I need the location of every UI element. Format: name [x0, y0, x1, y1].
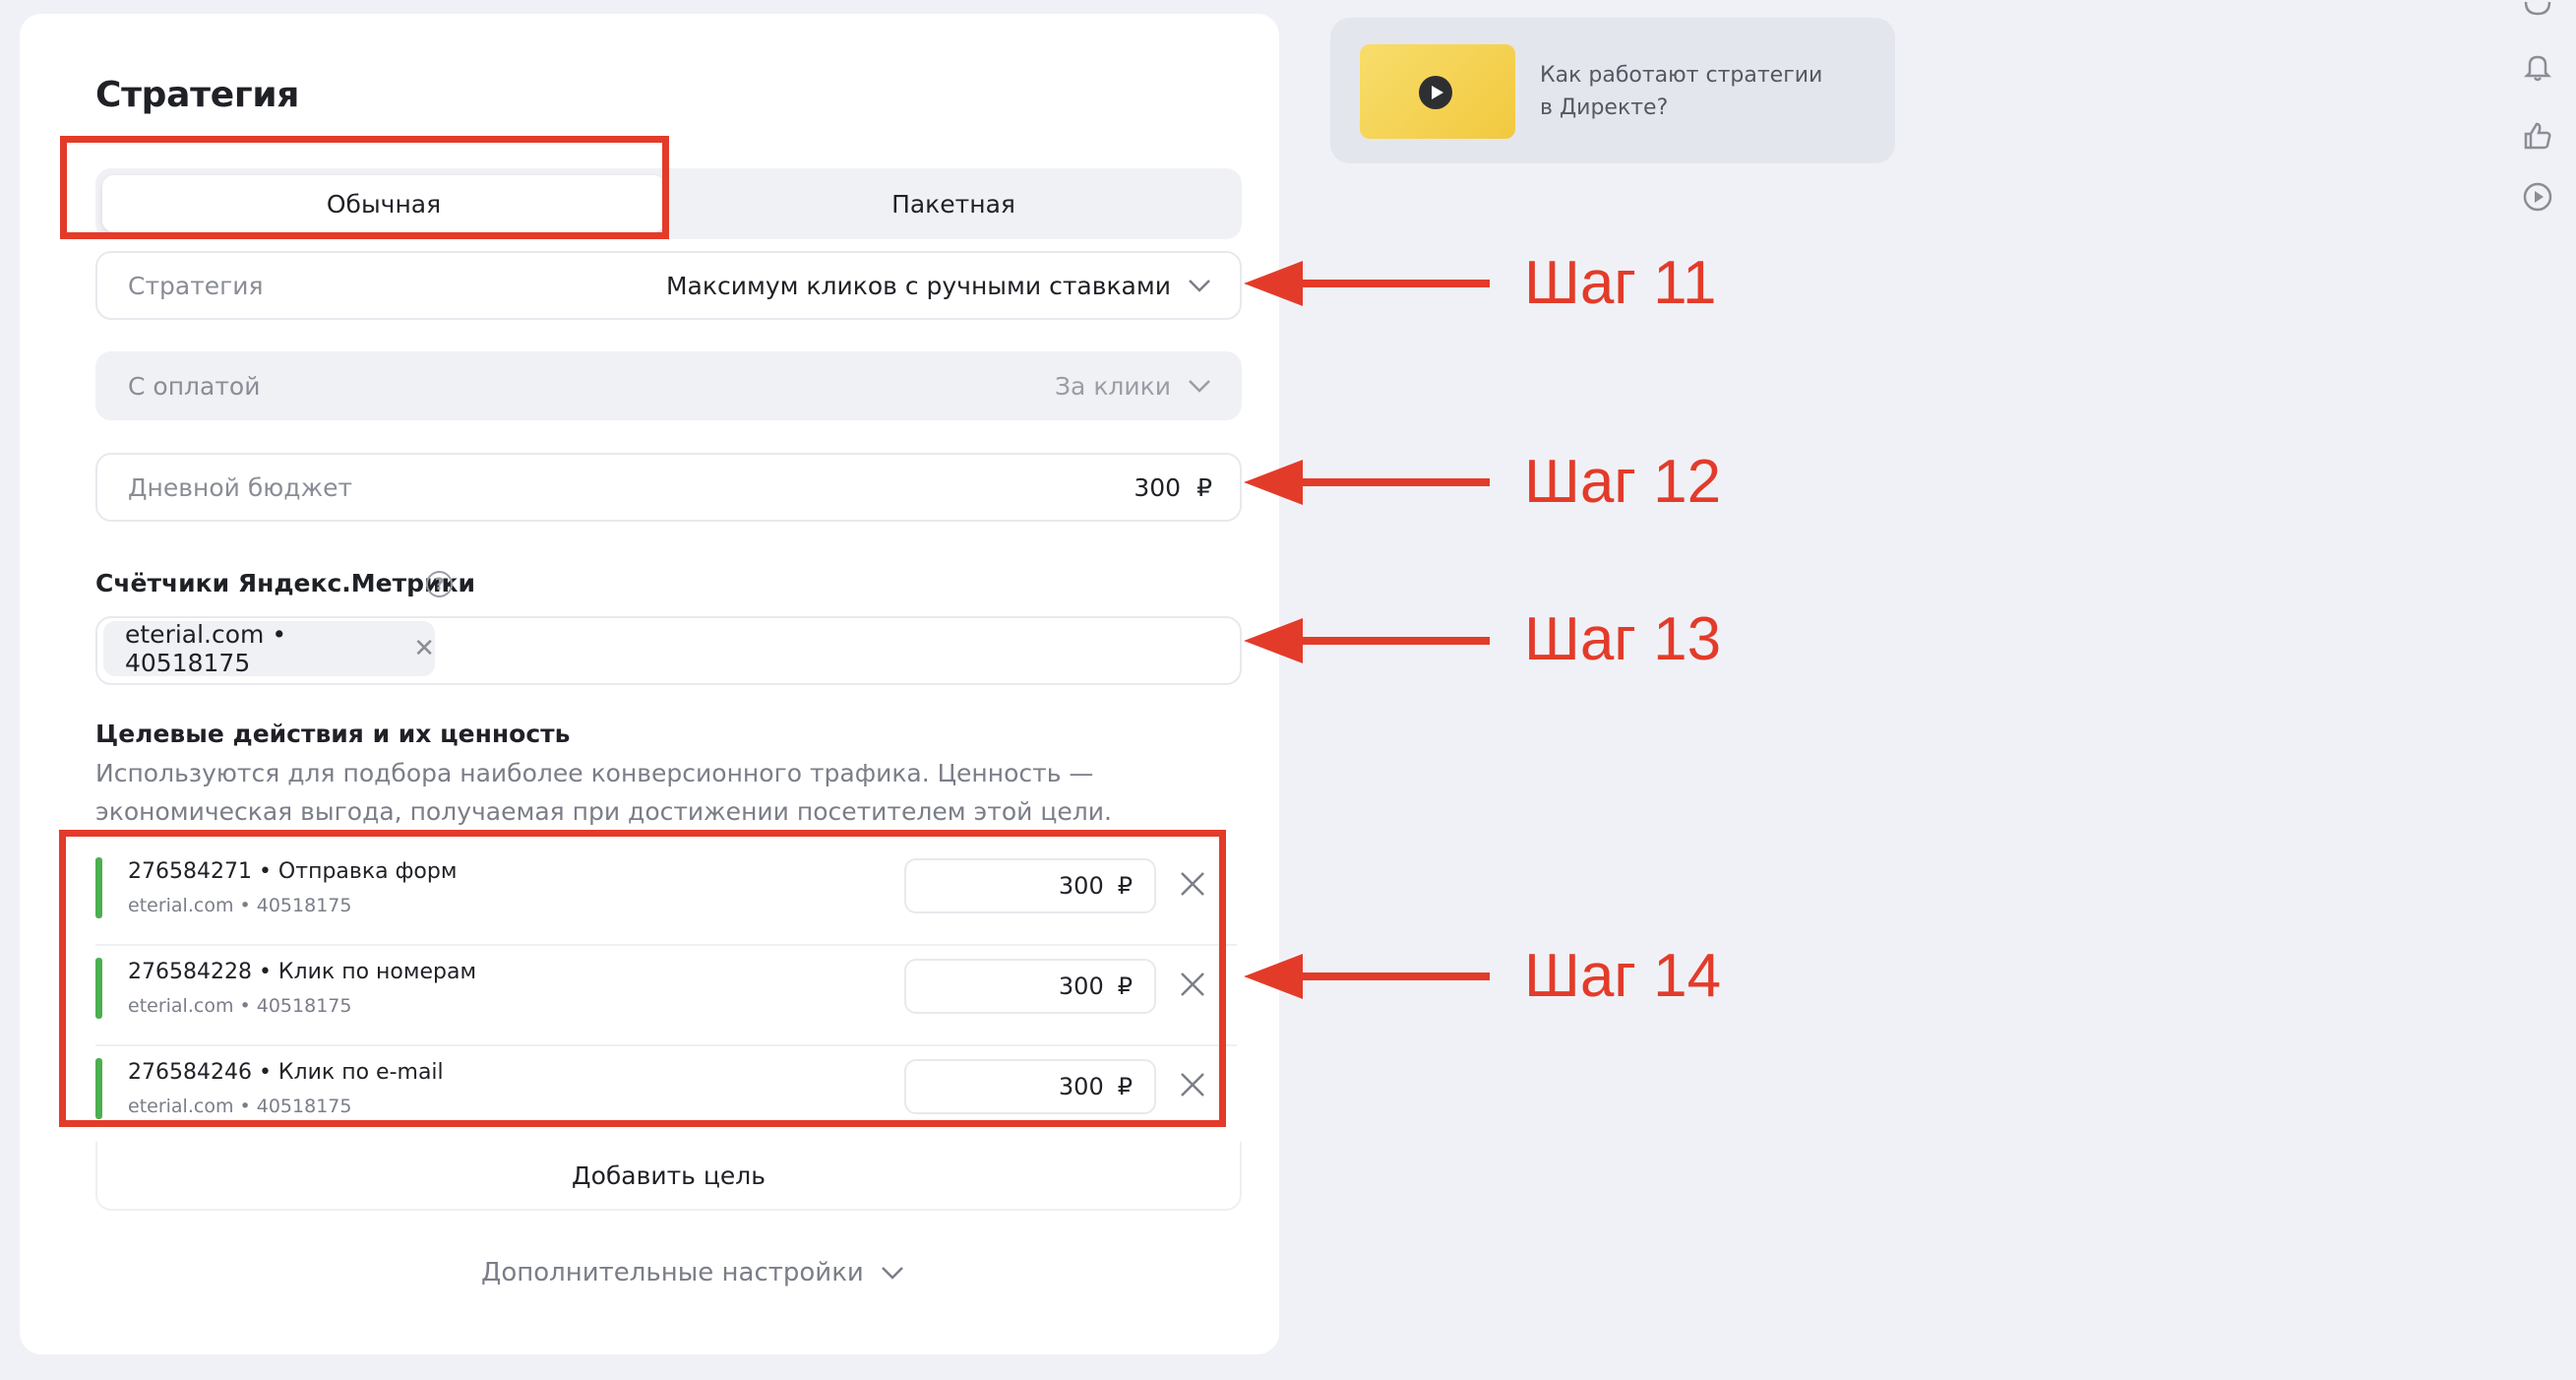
chevron-down-icon [1189, 280, 1210, 292]
play-circle-icon[interactable] [2522, 181, 2553, 213]
annotation-arrow [1244, 261, 1490, 306]
step-label: Шаг 11 [1524, 249, 1717, 317]
daily-budget-label: Дневной бюджет [128, 472, 353, 502]
metrika-counter-chip-label: eterial.com • 40518175 [125, 620, 287, 677]
chat-icon[interactable] [2522, 0, 2553, 31]
metrika-label: Счётчики Яндекс.Метрики [95, 569, 475, 597]
step-label: Шаг 12 [1524, 448, 1722, 516]
promo-text: Как работают стратегии в Директе? [1540, 59, 1822, 124]
payment-select[interactable]: С оплатой За клики [95, 351, 1242, 420]
annotation-arrow [1244, 954, 1490, 999]
strategy-select-label: Стратегия [128, 271, 264, 300]
daily-budget-input[interactable]: Дневной бюджет 300 ₽ [95, 453, 1242, 522]
help-icon[interactable]: ? [426, 571, 453, 597]
more-settings-toggle[interactable]: Дополнительные настройки [481, 1258, 905, 1287]
metrika-counter-chip: eterial.com • 40518175 ✕ [103, 620, 435, 677]
chevron-down-icon [881, 1267, 903, 1280]
add-goal-button[interactable]: Добавить цель [95, 1142, 1242, 1211]
promo-line-2: в Директе? [1540, 95, 1669, 120]
annotation-frame-tab [60, 136, 669, 239]
page-title: Стратегия [95, 75, 300, 115]
strategy-select-value: Максимум кликов с ручными ставками [665, 271, 1171, 300]
chevron-down-icon [1189, 380, 1210, 393]
currency-symbol: ₽ [1196, 472, 1212, 502]
goals-description: Используются для подбора наиболее конвер… [95, 759, 1112, 826]
tab-package[interactable]: Пакетная [672, 175, 1235, 232]
payment-select-value: За клики [1055, 371, 1171, 401]
bell-icon[interactable] [2522, 51, 2553, 83]
annotation-frame-goals [59, 830, 1226, 1127]
promo-line-1: Как работают стратегии [1540, 63, 1823, 88]
more-settings-label: Дополнительные настройки [481, 1258, 864, 1287]
payment-select-label: С оплатой [128, 371, 261, 401]
promo-video-card[interactable]: Как работают стратегии в Директе? [1330, 18, 1895, 163]
annotation-arrow [1244, 618, 1490, 663]
play-icon [1419, 76, 1452, 109]
step-label: Шаг 13 [1524, 605, 1722, 673]
like-icon[interactable] [2522, 120, 2553, 152]
strategy-select[interactable]: Стратегия Максимум кликов с ручными став… [95, 251, 1242, 320]
annotation-arrow [1244, 460, 1490, 505]
daily-budget-value: 300 [1134, 472, 1182, 502]
step-label: Шаг 14 [1524, 942, 1722, 1010]
goals-label: Целевые действия и их ценность [95, 720, 571, 748]
close-icon[interactable]: ✕ [413, 634, 435, 663]
promo-thumbnail [1360, 44, 1515, 139]
